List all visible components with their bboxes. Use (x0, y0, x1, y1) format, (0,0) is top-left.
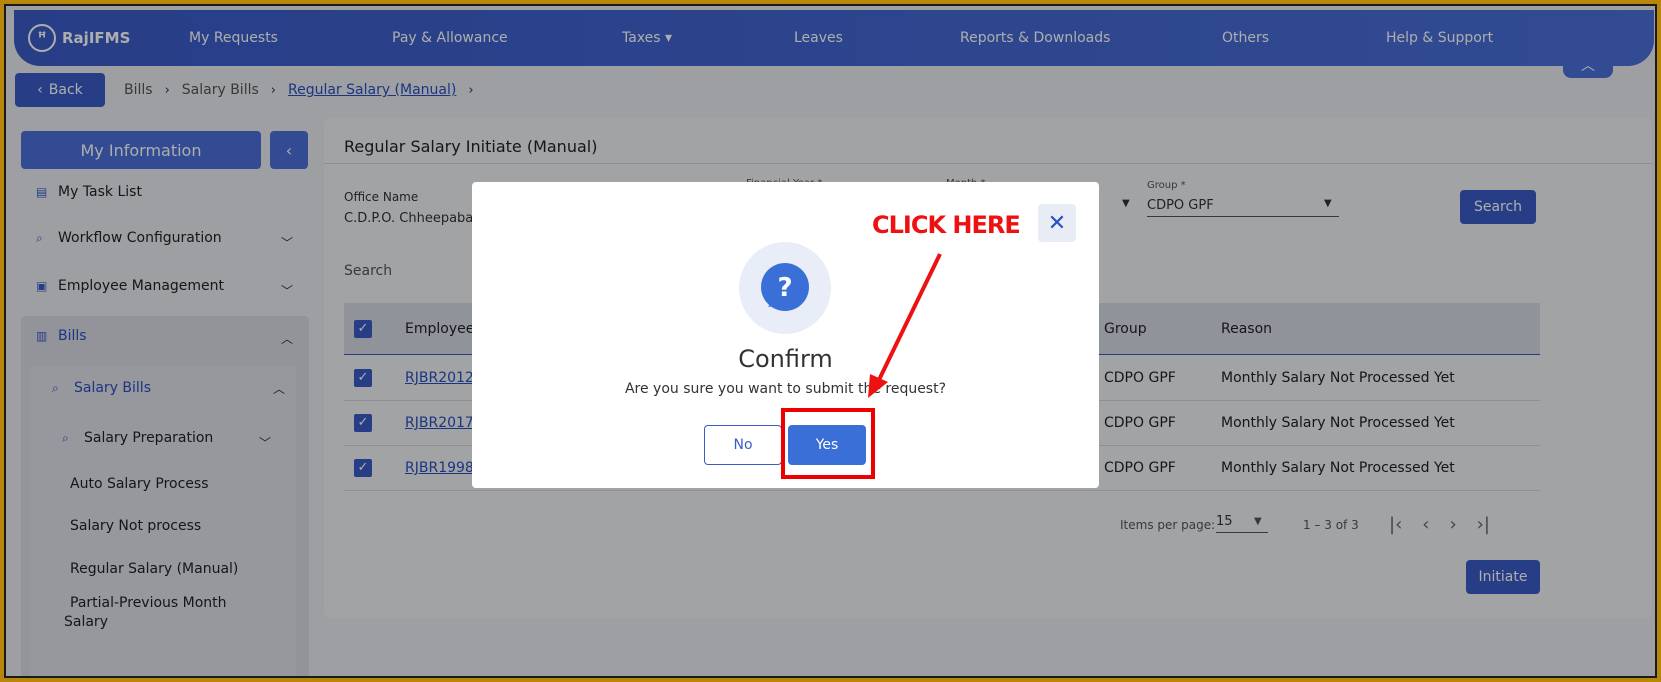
app-frame: ꟸ RajIFMS My Requests Pay & Allowance Ta… (4, 4, 1657, 678)
annotation-arrow-icon (868, 253, 942, 398)
dialog-title: Confirm (738, 345, 833, 373)
click-here-annotation: CLICK HERE (872, 211, 1021, 239)
question-bubble-icon: ? (761, 263, 809, 311)
no-button[interactable]: No (704, 425, 782, 465)
close-icon[interactable]: ✕ (1038, 204, 1076, 242)
svg-text:?: ? (777, 273, 792, 303)
question-bubble-icon: ? (739, 242, 831, 334)
dialog-message: Are you sure you want to submit the requ… (624, 381, 947, 397)
highlight-box (781, 408, 875, 479)
